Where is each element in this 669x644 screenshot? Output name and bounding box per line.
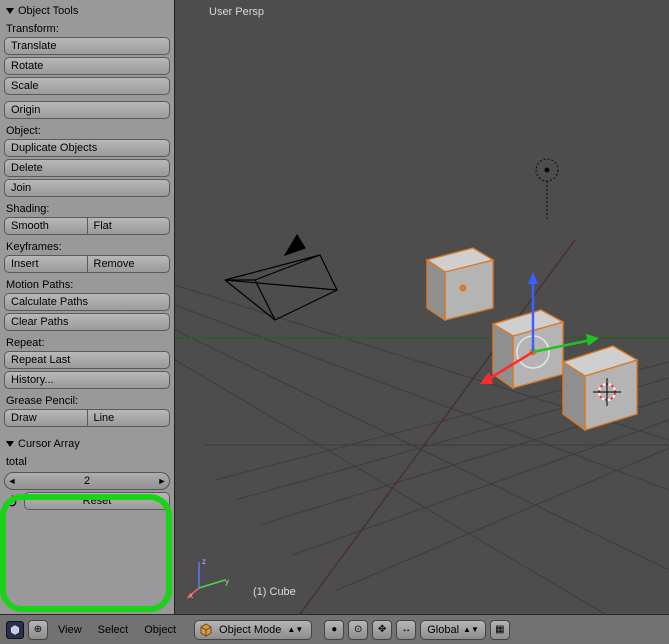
panel-header-object-tools[interactable]: Object Tools (4, 2, 170, 19)
origin-button[interactable]: Origin (4, 101, 170, 119)
duplicate-button[interactable]: Duplicate Objects (4, 139, 170, 157)
total-label: total (4, 452, 170, 470)
camera-object (225, 235, 337, 320)
gp-draw-button[interactable]: Draw (4, 409, 88, 427)
mode-dropdown[interactable]: Object Mode ▲▼ (194, 620, 312, 640)
increment-arrow-icon[interactable]: ► (155, 476, 169, 486)
shade-smooth-button[interactable]: Smooth (4, 217, 88, 235)
keyframe-insert-button[interactable]: Insert (4, 255, 88, 273)
menu-select[interactable]: Select (92, 622, 135, 638)
gp-line-button[interactable]: Line (88, 409, 171, 427)
join-button[interactable]: Join (4, 179, 170, 197)
editor-type-icon[interactable] (6, 621, 24, 639)
cube-1 (427, 248, 493, 320)
mode-label: Object Mode (219, 624, 281, 636)
pivot-icon[interactable]: ⊙ (348, 620, 368, 640)
panel-title: Object Tools (18, 5, 78, 17)
viewport-header: ⊕ View Select Object Object Mode ▲▼ ● ⊙ … (0, 614, 669, 644)
chevron-updown-icon: ▲▼ (287, 625, 303, 634)
section-label-object: Object: (4, 121, 170, 139)
history-button[interactable]: History... (4, 371, 170, 389)
active-object-label: (1) Cube (253, 586, 296, 598)
calculate-paths-button[interactable]: Calculate Paths (4, 293, 170, 311)
viewport-scene (175, 0, 669, 614)
shading-solid-icon[interactable]: ● (324, 620, 344, 640)
orientation-label: Global (427, 624, 459, 636)
menu-object[interactable]: Object (138, 622, 182, 638)
menu-view[interactable]: View (52, 622, 88, 638)
clear-paths-button[interactable]: Clear Paths (4, 313, 170, 331)
repeat-last-button[interactable]: Repeat Last (4, 351, 170, 369)
layers-icon[interactable]: ▦ (490, 620, 510, 640)
section-label-shading: Shading: (4, 199, 170, 217)
chevron-down-icon (6, 441, 14, 447)
lamp-object (536, 159, 558, 220)
refresh-icon[interactable] (4, 494, 20, 510)
section-label-motion-paths: Motion Paths: (4, 275, 170, 293)
rotate-button[interactable]: Rotate (4, 57, 170, 75)
expand-menus-icon[interactable]: ⊕ (28, 620, 48, 640)
manipulator-translate-icon[interactable]: ↔ (396, 620, 416, 640)
scale-button[interactable]: Scale (4, 77, 170, 95)
chevron-down-icon (6, 8, 14, 14)
section-label-transform: Transform: (4, 19, 170, 37)
decrement-arrow-icon[interactable]: ◄ (5, 476, 19, 486)
orientation-dropdown[interactable]: Global ▲▼ (420, 620, 486, 640)
tools-sidebar: Object Tools Transform: Translate Rotate… (0, 0, 175, 614)
section-label-repeat: Repeat: (4, 333, 170, 351)
keyframe-remove-button[interactable]: Remove (88, 255, 171, 273)
panel-title: Cursor Array (18, 438, 80, 450)
delete-button[interactable]: Delete (4, 159, 170, 177)
manipulator-toggle-icon[interactable]: ✥ (372, 620, 392, 640)
total-number-field[interactable]: ◄ 2 ► (4, 472, 170, 490)
translate-button[interactable]: Translate (4, 37, 170, 55)
reset-button[interactable]: Reset (24, 492, 170, 510)
section-label-grease-pencil: Grease Pencil: (4, 391, 170, 409)
section-label-keyframes: Keyframes: (4, 237, 170, 255)
chevron-updown-icon: ▲▼ (463, 625, 479, 634)
shade-flat-button[interactable]: Flat (88, 217, 171, 235)
total-value: 2 (19, 475, 155, 487)
cube-icon (199, 623, 213, 637)
panel-header-cursor-array[interactable]: Cursor Array (4, 435, 170, 452)
3d-viewport[interactable]: User Persp (175, 0, 669, 614)
